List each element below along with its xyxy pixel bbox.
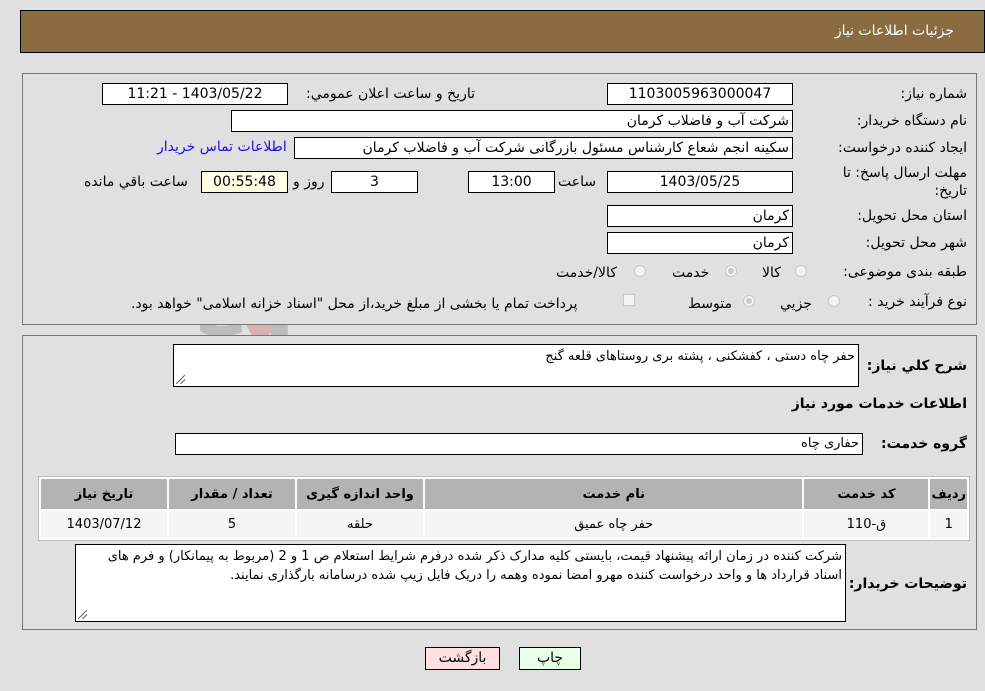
treasury-note: پرداخت تمام یا بخشی از مبلغ خرید،از محل … [131,296,578,312]
category-radio-goods[interactable] [795,265,807,277]
cell-need-date: 1403/07/12 [41,511,167,538]
col-header-unit: واحد اندازه گیری [297,479,423,509]
purchase-type-radio-minor[interactable] [828,295,840,307]
purchase-type-label: نوع فرآیند خرید : [868,294,967,310]
category-option-goods-service: کالا/خدمت [556,265,617,281]
resize-handle-icon[interactable] [176,375,185,384]
announce-datetime-field: 1403/05/22 - 11:21 [102,83,288,105]
remaining-time-label: ساعت باقي مانده [84,174,188,190]
col-header-need-date: تاریخ نیاز [41,479,167,509]
buyer-notes-label: توضیحات خریدار: [848,576,967,592]
requester-field: سکینه انجم شعاع کارشناس مسئول بازرگانی ش… [294,137,793,159]
treasury-checkbox[interactable] [623,294,635,306]
buyer-contact-link[interactable]: اطلاعات تماس خریدار [157,139,287,155]
deadline-label-line1: مهلت ارسال پاسخ: تا [842,165,967,181]
deadline-date-field: 1403/05/25 [607,171,793,193]
buyer-notes-textarea[interactable]: شرکت کننده در زمان ارائه پیشنهاد قیمت، ب… [75,544,846,622]
cell-row-number: 1 [930,511,967,538]
need-number-field: 1103005963000047 [607,83,793,105]
print-button[interactable]: چاپ [519,647,581,670]
need-number-label: شماره نیاز: [900,86,968,102]
service-group-label: گروه خدمت: [881,436,967,452]
summary-textarea[interactable]: حفر چاه دستی ، کفشکنی ، پشته بری روستاها… [173,344,859,387]
services-table-wrapper: ردیف کد خدمت نام خدمت واحد اندازه گیری ت… [38,476,970,541]
deadline-time-field: 13:00 [468,171,555,193]
category-radio-service[interactable] [725,265,737,277]
col-header-row-number: ردیف [930,479,967,509]
requester-label: ایجاد کننده درخواست: [838,140,967,156]
category-label: طبقه بندی موضوعی: [843,264,967,280]
resize-handle-icon[interactable] [78,610,87,619]
col-header-quantity: تعداد / مقدار [169,479,295,509]
table-header-row: ردیف کد خدمت نام خدمت واحد اندازه گیری ت… [41,479,967,509]
services-section-title: اطلاعات خدمات مورد نياز [791,396,967,412]
back-button[interactable]: بازگشت [425,647,500,670]
remaining-time-field: 00:55:48 [201,171,288,193]
services-table: ردیف کد خدمت نام خدمت واحد اندازه گیری ت… [39,477,969,540]
remaining-days-field: 3 [331,171,418,193]
city-field: کرمان [607,232,793,254]
announce-datetime-label: تاریخ و ساعت اعلان عمومي: [306,86,475,102]
col-header-service-code: کد خدمت [804,479,929,509]
deadline-time-label: ساعت [558,174,597,190]
buyer-org-label: نام دستگاه خریدار: [856,113,967,129]
page-title: جزئیات اطلاعات نیاز [834,23,954,39]
col-header-service-name: نام خدمت [425,479,803,509]
table-row: 1 ق-110 حفر چاه عمیق حلقه 5 1403/07/12 [41,511,967,538]
purchase-type-option-minor: جزيي [780,296,812,312]
category-option-goods: کالا [762,265,781,281]
summary-label: شرح كلي نياز: [866,358,967,374]
summary-text: حفر چاه دستی ، کفشکنی ، پشته بری روستاها… [545,349,855,364]
purchase-type-option-medium: متوسط [688,296,732,312]
buyer-notes-text: شرکت کننده در زمان ارائه پیشنهاد قیمت، ب… [107,549,842,583]
service-group-field: حفاری چاه [175,433,863,455]
cell-unit: حلقه [297,511,423,538]
cell-quantity: 5 [169,511,295,538]
days-label: روز و [293,174,325,190]
category-radio-goods-service[interactable] [634,265,646,277]
buyer-org-field: شرکت آب و فاضلاب کرمان [231,110,793,132]
province-field: کرمان [607,205,793,227]
page-header: جزئیات اطلاعات نیاز [20,10,985,53]
purchase-type-radio-medium[interactable] [743,295,755,307]
deadline-label-line2: تاریخ: [934,183,967,199]
cell-service-name: حفر چاه عمیق [425,511,803,538]
city-label: شهر محل تحویل: [865,235,967,251]
category-option-service: خدمت [672,265,710,281]
province-label: استان محل تحویل: [857,208,967,224]
cell-service-code: ق-110 [804,511,929,538]
